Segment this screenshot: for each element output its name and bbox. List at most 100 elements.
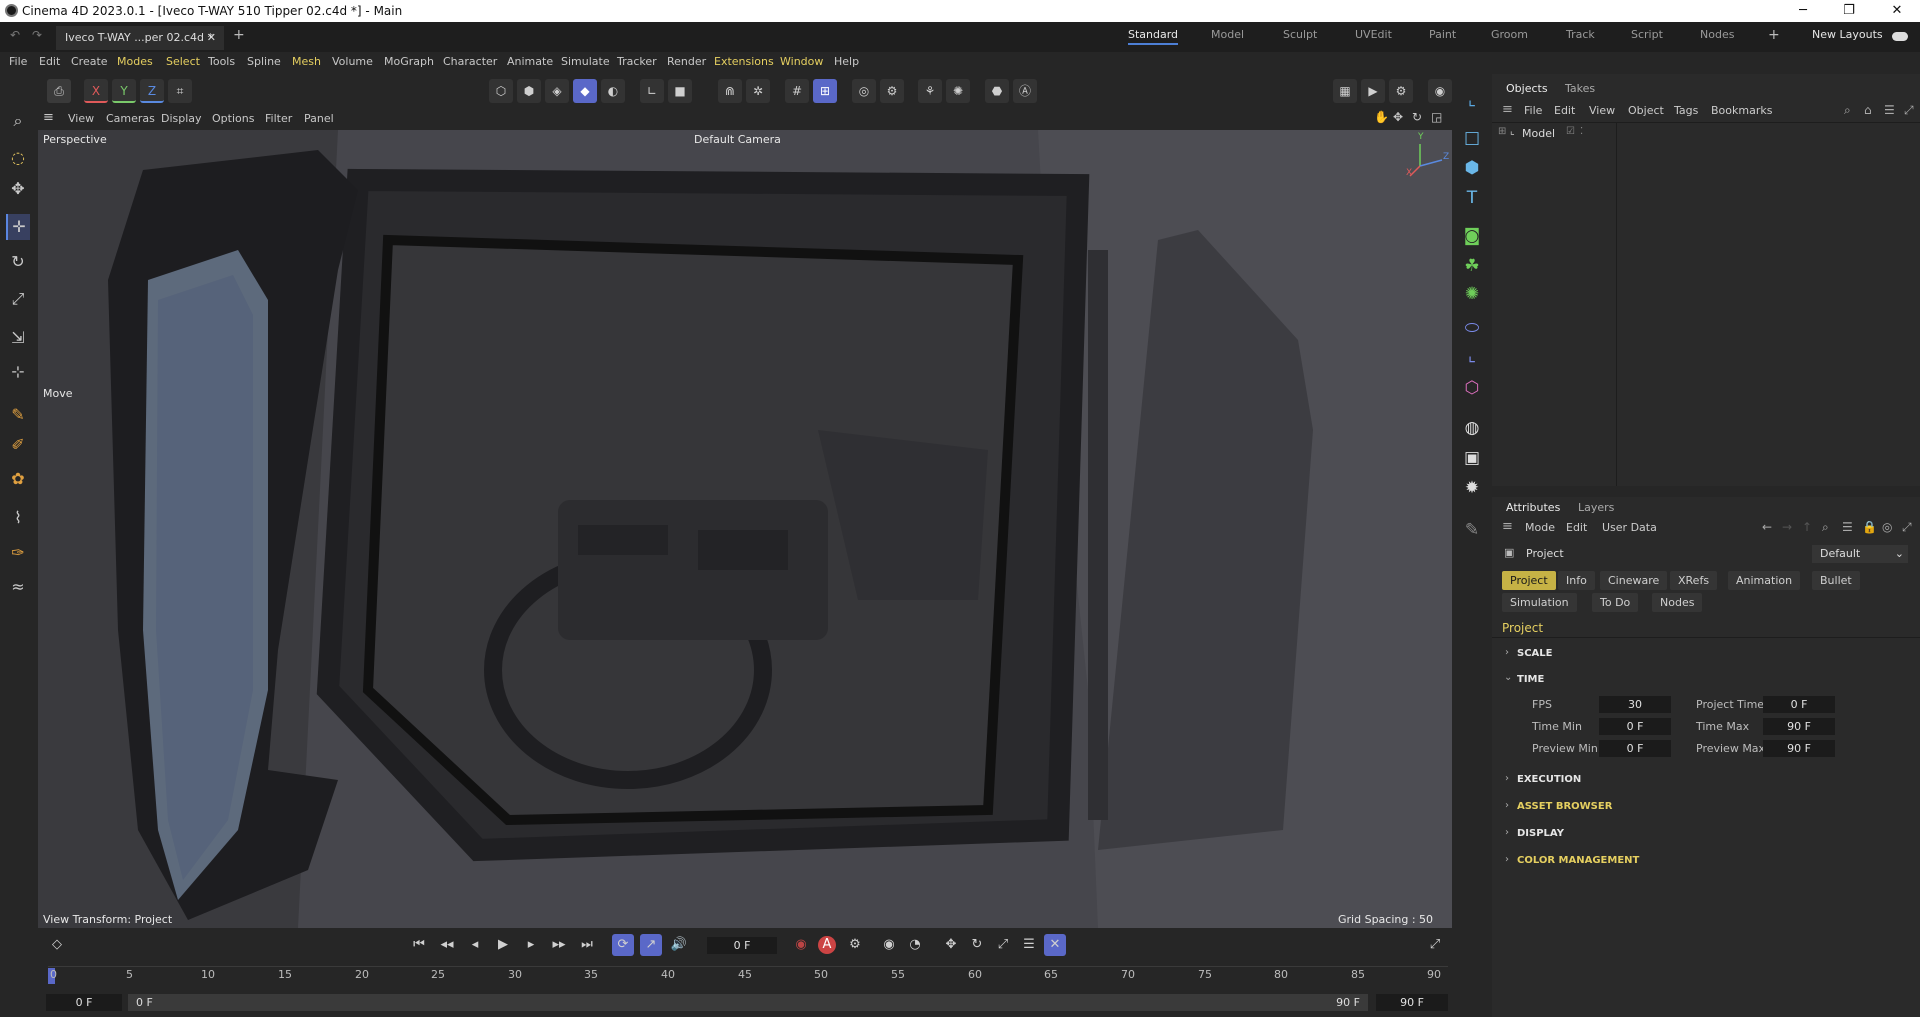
tab-xrefs[interactable]: XRefs <box>1670 571 1718 590</box>
next-frame-icon[interactable]: ▸ <box>520 934 542 956</box>
motion-icon[interactable]: ◔ <box>904 934 926 956</box>
tab-nodes[interactable]: Nodes <box>1652 593 1703 612</box>
record-settings-icon[interactable]: ⚙ <box>844 934 866 956</box>
layer-checkbox-icon[interactable]: ☑ <box>1566 126 1575 137</box>
tweak-icon[interactable]: ✺ <box>946 79 970 103</box>
lock-icon[interactable]: 🔒 <box>1862 520 1877 534</box>
close-tab-icon[interactable]: ✕ <box>207 31 216 44</box>
axis-mode-icon[interactable]: ∟ <box>640 79 664 103</box>
render-region-icon[interactable]: ◎ <box>852 79 876 103</box>
back-arrow-icon[interactable]: ← <box>1762 520 1772 534</box>
texture-mode-icon[interactable]: ◐ <box>601 79 625 103</box>
render-view-icon[interactable]: ▦ <box>1333 79 1357 103</box>
menu-tracker[interactable]: Tracker <box>617 55 657 68</box>
object-name-model[interactable]: Model <box>1522 127 1555 140</box>
redo-icon[interactable]: ↷ <box>32 28 42 42</box>
y-axis-lock-button[interactable]: Y <box>112 79 136 103</box>
go-to-start-icon[interactable]: ⏮ <box>408 934 430 956</box>
record-icon[interactable]: ◉ <box>790 934 812 956</box>
attributes-hamburger-icon[interactable]: ≡ <box>1502 519 1513 534</box>
chevron-right-icon[interactable]: › <box>1505 854 1509 865</box>
pan-view-icon[interactable]: ✋ <box>1374 110 1389 124</box>
menu-character[interactable]: Character <box>443 55 497 68</box>
tab-to-do[interactable]: To Do <box>1592 593 1639 612</box>
preview-range-slider[interactable]: 0 F 90 F <box>128 994 1368 1011</box>
tab-simulation[interactable]: Simulation <box>1502 593 1577 612</box>
transform-tool-icon[interactable]: ⇲ <box>6 325 30 351</box>
objects-hamburger-icon[interactable]: ≡ <box>1502 102 1513 117</box>
layout-tab-sculpt[interactable]: Sculpt <box>1283 28 1317 41</box>
keyframe-icon[interactable]: ◇ <box>46 934 68 956</box>
tab-info[interactable]: Info <box>1558 571 1595 590</box>
time-min-field[interactable]: 0 F <box>1599 718 1671 735</box>
group-scale[interactable]: SCALE <box>1517 648 1552 659</box>
viewport-menu-panel[interactable]: Panel <box>304 112 334 125</box>
autokey-record-button[interactable]: A <box>818 936 836 954</box>
points-mode-icon[interactable]: ⬡ <box>489 79 513 103</box>
viewport-hamburger-icon[interactable]: ≡ <box>43 110 54 125</box>
current-frame-field[interactable]: 0 F <box>707 937 777 954</box>
close-window-button[interactable]: ✕ <box>1874 0 1920 22</box>
point-level-key-icon[interactable]: ✕ <box>1044 934 1066 956</box>
group-execution[interactable]: EXECUTION <box>1517 774 1581 785</box>
snap-settings-icon[interactable]: ✲ <box>746 79 770 103</box>
menu-mograph[interactable]: MoGraph <box>384 55 434 68</box>
tag-icon[interactable]: ✎ <box>1460 518 1484 542</box>
tab-project[interactable]: Project <box>1502 571 1556 590</box>
param-key-icon[interactable]: ☰ <box>1018 934 1040 956</box>
attributes-filter-icon[interactable]: ☰ <box>1842 520 1853 534</box>
start-frame-field[interactable]: 0 F <box>46 994 122 1011</box>
loop-icon[interactable]: ⟳ <box>612 934 634 956</box>
objects-expand-icon[interactable]: ⤢ <box>1904 103 1914 118</box>
layout-tab-uvedit[interactable]: UVEdit <box>1355 28 1392 41</box>
objects-menu-file[interactable]: File <box>1524 104 1542 117</box>
spline-rectangle-icon[interactable]: □ <box>1460 126 1484 150</box>
visibility-dots-icon[interactable]: ⁚ <box>1580 126 1583 137</box>
layout-tab-standard[interactable]: Standard <box>1128 28 1179 45</box>
viewport-menu-view[interactable]: View <box>68 112 94 125</box>
chevron-right-icon[interactable]: › <box>1505 647 1509 658</box>
rotation-key-icon[interactable]: ↻ <box>966 934 988 956</box>
sculpt-tool-icon[interactable]: ≈ <box>6 574 30 600</box>
chevron-right-icon[interactable]: › <box>1505 800 1509 811</box>
symmetry-icon[interactable]: ⚘ <box>918 79 942 103</box>
rotate-tool-icon[interactable]: ↻ <box>6 249 30 275</box>
polygons-mode-icon[interactable]: ◈ <box>545 79 569 103</box>
field-icon[interactable]: ⌞ <box>1460 344 1484 368</box>
model-mode-icon[interactable]: ◆ <box>573 79 597 103</box>
cube-icon[interactable]: ⬢ <box>1460 156 1484 180</box>
edges-mode-icon[interactable]: ⬢ <box>517 79 541 103</box>
position-key-icon[interactable]: ✥ <box>940 934 962 956</box>
environment-icon[interactable]: ◍ <box>1460 416 1484 440</box>
layout-tab-script[interactable]: Script <box>1631 28 1663 41</box>
layout-tab-nodes[interactable]: Nodes <box>1700 28 1734 41</box>
render-queue-icon[interactable]: ◉ <box>1428 79 1452 103</box>
objects-search-icon[interactable]: ⌕ <box>1844 103 1851 118</box>
menu-volume[interactable]: Volume <box>332 55 373 68</box>
magnet-icon[interactable]: ⋒ <box>718 79 742 103</box>
chevron-right-icon[interactable]: › <box>1505 827 1509 838</box>
tab-objects[interactable]: Objects <box>1506 82 1548 95</box>
undo-view-icon[interactable]: ⎙ <box>47 79 71 103</box>
chevron-right-icon[interactable]: › <box>1505 773 1509 784</box>
layout-tab-track[interactable]: Track <box>1566 28 1595 41</box>
expand-icon[interactable]: ⊞ <box>1498 126 1506 137</box>
chevron-down-icon[interactable]: ⌄ <box>1504 672 1512 683</box>
search-icon[interactable]: ⌕ <box>6 108 30 134</box>
attributes-menu-user-data[interactable]: User Data <box>1602 521 1657 534</box>
objects-menu-edit[interactable]: Edit <box>1554 104 1575 117</box>
generators-icon[interactable]: ✿ <box>6 466 30 492</box>
layout-tab-model[interactable]: Model <box>1211 28 1244 41</box>
play-icon[interactable]: ▶ <box>492 934 514 956</box>
group-color-management[interactable]: COLOR MANAGEMENT <box>1517 855 1639 866</box>
x-axis-lock-button[interactable]: X <box>84 79 108 103</box>
attributes-menu-mode[interactable]: Mode <box>1525 521 1555 534</box>
grid-icon[interactable]: # <box>785 79 809 103</box>
objects-home-icon[interactable]: ⌂ <box>1864 103 1872 117</box>
objects-menu-object[interactable]: Object <box>1628 104 1664 117</box>
deformer-icon[interactable]: ⬭ <box>1460 316 1484 340</box>
cloner-icon[interactable]: ☘ <box>1460 254 1484 278</box>
sound-icon[interactable]: 🔊 <box>668 934 690 956</box>
menu-modes[interactable]: Modes <box>117 55 153 68</box>
attributes-menu-edit[interactable]: Edit <box>1566 521 1587 534</box>
